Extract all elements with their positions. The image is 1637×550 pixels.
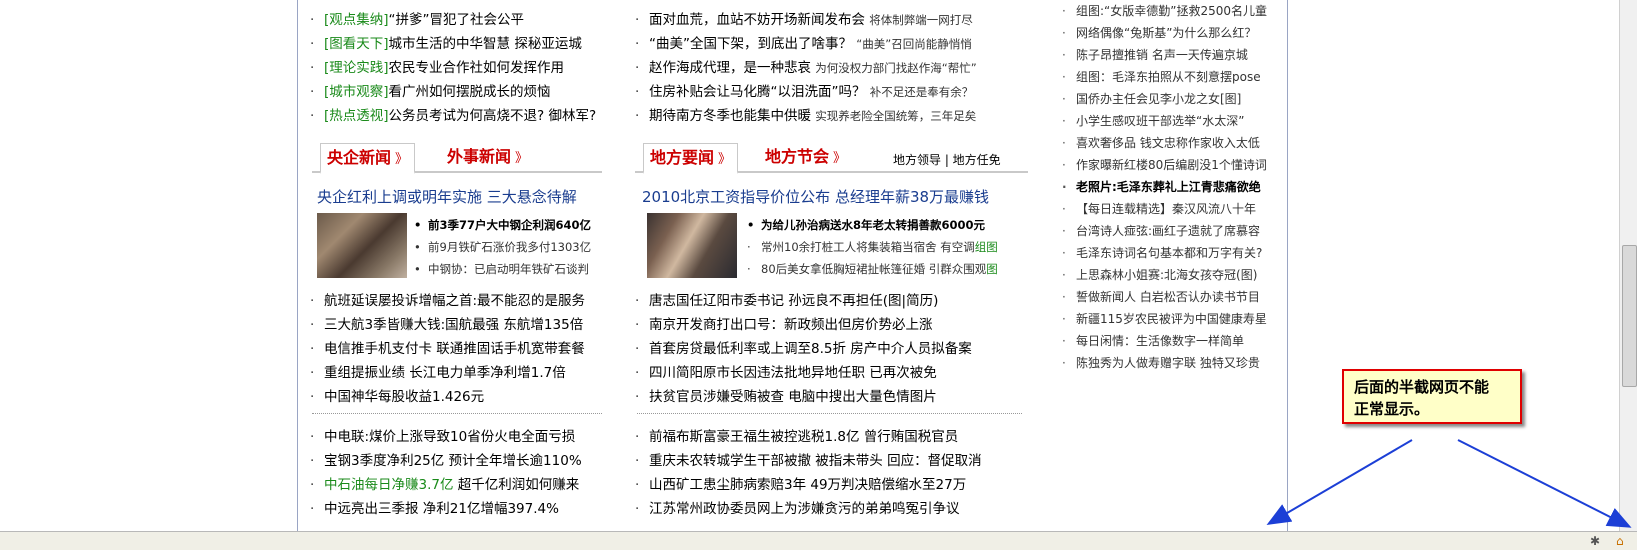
list-item[interactable]: · 山西矿工患尘肺病索赔3年 49万判决赔偿缩水至27万 <box>635 473 982 497</box>
annotation-callout: 后面的半截网页不能 正常显示。 <box>1342 369 1522 424</box>
list-item[interactable]: • 前9月铁矿石涨价我多付1303亿 <box>414 236 591 258</box>
vertical-scrollbar[interactable] <box>1619 0 1637 531</box>
list-item[interactable]: · 宝钢3季度净利25亿 预计全年增长逾110% <box>310 449 582 473</box>
left-list-2: · 中电联:煤价上涨导致10省份火电全面亏损 · 宝钢3季度净利25亿 预计全年增长… <box>310 425 582 521</box>
list-item[interactable]: · 南京开发商打出口号：新政频出但房价势必上涨 <box>635 313 972 337</box>
list-item[interactable]: · [理论实践]农民专业合作社如何发挥作用 <box>310 56 596 80</box>
list-item[interactable]: · 四川简阳原市长因违法批地异地任职 已再次被免 <box>635 361 972 385</box>
list-item[interactable]: · 老照片:毛泽东葬礼上江青悲痛欲绝 <box>1062 176 1267 198</box>
list-item[interactable]: · 网络偶像“兔斯基”为什么那么红？ <box>1062 22 1267 44</box>
left-headline[interactable]: 央企红利上调或明年实施 三大悬念待解 <box>317 186 577 207</box>
list-item[interactable]: · 电信推手机支付卡 联通推固话手机宽带套餐 <box>310 337 585 361</box>
callout-line-1: 后面的半截网页不能 <box>1354 378 1490 396</box>
list-item[interactable]: · 扶贫官员涉嫌受贿被查 电脑中搜出大量色情图片 <box>635 385 972 409</box>
left-top-list: · [观点集纳]“拼爹”冒犯了社会公平 · [图看天下]城市生活的中华智慧 探秘亚运… <box>310 8 596 128</box>
tools-icon[interactable]: ✱ <box>1590 534 1600 548</box>
left-photo-subs: • 前3季77户大中钢企利润640亿 • 前9月铁矿石涨价我多付1303亿 • 中钢协… <box>414 214 591 280</box>
divider <box>312 413 602 414</box>
list-item[interactable]: · 首套房贷最低利率或上调至8.5折 房产中介人员拟备案 <box>635 337 972 361</box>
list-item[interactable]: · 国侨办主任会见李小龙之女[图] <box>1062 88 1267 110</box>
list-item[interactable]: · 前福布斯富豪王福生被控逃税1.8亿 曾行贿国税官员 <box>635 425 982 449</box>
content-left-border <box>297 0 298 531</box>
list-item[interactable]: · 唐志国任辽阳市委书记 孙远良不再担任(图|简历) <box>635 289 972 313</box>
list-item[interactable]: · 江苏常州政协委员网上为涉嫌贪污的弟弟鸣冤引争议 <box>635 497 982 521</box>
list-item[interactable]: · 中石油每日净赚3.7亿 超千亿利润如何赚来 <box>310 473 582 497</box>
tab-local-news[interactable]: 地方要闻》 <box>643 143 739 174</box>
list-item[interactable]: · 中国神华每股收益1.426元 <box>310 385 585 409</box>
list-item[interactable]: · 台湾诗人痖弦:画红子遗就了席慕容 <box>1062 220 1267 242</box>
list-item[interactable]: · 上思森林小姐赛:北海女孩夺冠(图) <box>1062 264 1267 286</box>
tab-local-festivals[interactable]: 地方节会》 <box>765 143 846 171</box>
mid-list-2: · 前福布斯富豪王福生被控逃税1.8亿 曾行贿国税官员 · 重庆未农转城学生干部被撤… <box>635 425 982 521</box>
list-item[interactable]: · 常州10余打桩工人将集装箱当宿舍 有空调组图 <box>747 236 998 258</box>
web-page: ·[观点集纳] ·[观点集纳]“拼爹”冒犯了社会公平 ·[图看天下]城市生活的中… <box>0 0 1637 531</box>
list-item[interactable]: • 为给儿孙治病送水8年老太转捐善款6000元 <box>747 214 998 236</box>
steel-bars-photo[interactable] <box>317 213 407 278</box>
list-item[interactable]: · 期待南方冬季也能集中供暖 实现养老险全国统筹，三年足矣 <box>635 104 977 128</box>
list-item[interactable]: · 组图：毛泽东拍照从不刻意摆pose <box>1062 66 1267 88</box>
mid-list-1: · 唐志国任辽阳市委书记 孙远良不再担任(图|简历) · 南京开发商打出口号：新政频… <box>635 289 972 409</box>
list-item[interactable]: · 小学生感叹班干部选举“水太深” <box>1062 110 1267 132</box>
local-leaders-links[interactable]: 地方领导 | 地方任免 <box>893 151 1001 168</box>
mid-photo-subs: • 为给儿孙治病送水8年老太转捐善款6000元 · 常州10余打桩工人将集装箱当宿舍… <box>747 214 998 280</box>
list-item[interactable]: · 喜欢奢侈品 钱文忠称作家收入太低 <box>1062 132 1267 154</box>
list-item[interactable]: · 重庆未农转城学生干部被撤 被指未带头 回应：督促取消 <box>635 449 982 473</box>
list-item[interactable]: · 每日闲情：生活像数字一样简单 <box>1062 330 1267 352</box>
list-item[interactable]: · 赵作海成代理，是一种悲哀 为何没权力部门找赵作海“帮忙” <box>635 56 977 80</box>
list-item[interactable]: · 【每日连载精选】秦汉风流八十年 <box>1062 198 1267 220</box>
list-item[interactable]: · [观点集纳]“拼爹”冒犯了社会公平 <box>310 8 596 32</box>
list-item[interactable]: · 新疆115岁农民被评为中国健康寿星 <box>1062 308 1267 330</box>
list-item[interactable]: · “曲美”全国下架，到底出了啥事？ “曲美”召回尚能静悄悄 <box>635 32 977 56</box>
list-item[interactable]: · 毛泽东诗词名句基本都和万字有关? <box>1062 242 1267 264</box>
list-item[interactable]: · 中电联:煤价上涨导致10省份火电全面亏损 <box>310 425 582 449</box>
list-item[interactable]: · 住房补贴会让马化腾“以泪洗面”吗？ 补不足还是奉有余？ <box>635 80 977 104</box>
elderly-woman-photo[interactable] <box>647 213 737 278</box>
content-right-border <box>1287 0 1288 531</box>
scrollbar-thumb[interactable] <box>1622 245 1637 387</box>
list-item[interactable]: · 航班延误屡投诉增幅之首:最不能忍的是服务 <box>310 289 585 313</box>
list-item[interactable]: · 誓做新闻人 白岩松否认办读书节目 <box>1062 286 1267 308</box>
mid-headline[interactable]: 2010北京工资指导价位公布 总经理年薪38万最赚钱 <box>642 186 989 207</box>
status-bar: ✱ ⌂ <box>0 531 1637 550</box>
list-item[interactable]: · [热点透视]公务员考试为何高烧不退? 御林军? <box>310 104 596 128</box>
mid-tab-bar: 地方要闻》 地方节会》 地方领导 | 地方任免 <box>635 143 1028 174</box>
tab-foreign-affairs-news[interactable]: 外事新闻》 <box>447 143 528 171</box>
right-list: · 组图:“女版幸德勤”拯救2500名儿童 · 网络偶像“兔斯基”为什么那么红？ ·… <box>1062 0 1267 374</box>
list-item[interactable]: · 三大航3季皆赚大钱:国航最强 东航增135倍 <box>310 313 585 337</box>
callout-line-2: 正常显示。 <box>1354 400 1430 418</box>
list-item[interactable]: · 重组提振业绩 长江电力单季净利增1.7倍 <box>310 361 585 385</box>
list-item[interactable]: · [城市观察]看广州如何摆脱成长的烦恼 <box>310 80 596 104</box>
tab-central-enterprise-news[interactable]: 央企新闻》 <box>320 143 416 174</box>
security-icon[interactable]: ⌂ <box>1616 534 1624 548</box>
list-item[interactable]: • 中钢协：已启动明年铁矿石谈判 <box>414 258 591 280</box>
list-item[interactable]: · 组图:“女版幸德勤”拯救2500名儿童 <box>1062 0 1267 22</box>
left-tab-bar: 央企新闻》 外事新闻》 <box>312 143 602 174</box>
left-list-1: · 航班延误屡投诉增幅之首:最不能忍的是服务 · 三大航3季皆赚大钱:国航最强 东航… <box>310 289 585 409</box>
mid-top-list: · 面对血荒，血站不妨开场新闻发布会 将体制弊端一网打尽 · “曲美”全国下架，到底… <box>635 8 977 128</box>
list-item[interactable]: • 前3季77户大中钢企利润640亿 <box>414 214 591 236</box>
list-item[interactable]: · 作家曝新红楼80后编剧没1个懂诗词 <box>1062 154 1267 176</box>
list-item[interactable]: · 80后美女拿低胸短裙扯帐篷征婚 引群众围观图 <box>747 258 998 280</box>
divider <box>637 413 1022 414</box>
list-item[interactable]: · [图看天下]城市生活的中华智慧 探秘亚运城 <box>310 32 596 56</box>
list-item[interactable]: · 陈独秀为人做寿赠字联 独特又珍贵 <box>1062 352 1267 374</box>
list-item[interactable]: · 中远亮出三季报 净利21亿增幅397.4% <box>310 497 582 521</box>
list-item[interactable]: · 面对血荒，血站不妨开场新闻发布会 将体制弊端一网打尽 <box>635 8 977 32</box>
list-item[interactable]: · 陈子昂擅推销 名声一天传遍京城 <box>1062 44 1267 66</box>
